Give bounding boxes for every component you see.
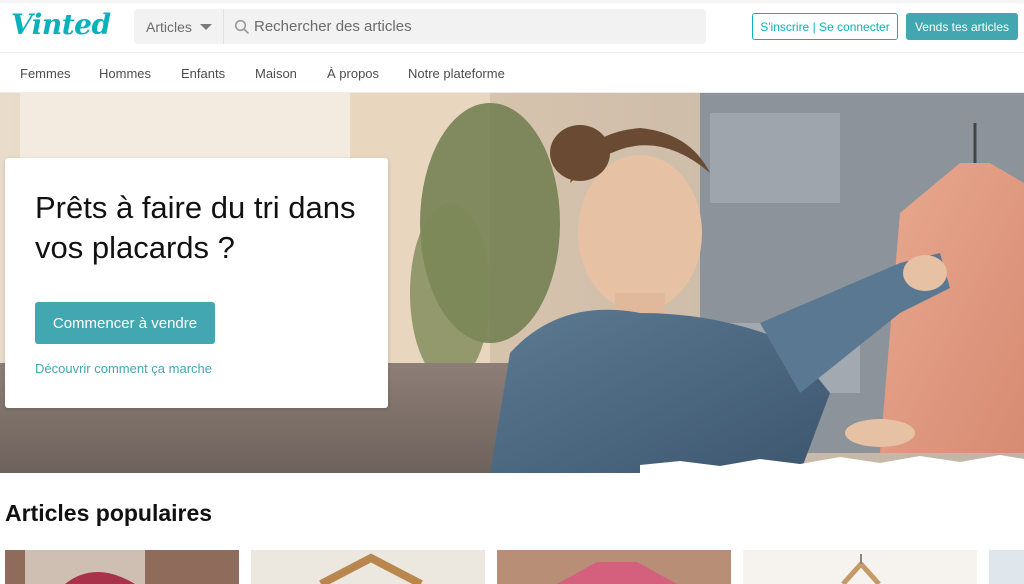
vinted-logo[interactable]: Vinted <box>11 8 111 41</box>
nav-item-hommes[interactable]: Hommes <box>99 66 151 81</box>
top-header: Vinted Articles S'inscrire | Se connecte… <box>0 0 1024 53</box>
search-input[interactable] <box>254 9 694 44</box>
search-icon <box>234 19 249 34</box>
start-selling-button[interactable]: Commencer à vendre <box>35 302 215 344</box>
how-it-works-link[interactable]: Découvrir comment ça marche <box>35 361 212 376</box>
item-thumbnail[interactable] <box>5 550 239 584</box>
category-dropdown-label: Articles <box>146 18 192 35</box>
nav-item-enfants[interactable]: Enfants <box>181 66 225 81</box>
nav-item-notre-plateforme[interactable]: Notre plateforme <box>408 66 505 81</box>
item-photo <box>5 550 239 584</box>
item-thumbnail[interactable] <box>743 550 977 584</box>
nav-item-maison[interactable]: Maison <box>255 66 297 81</box>
signup-login-button[interactable]: S'inscrire | Se connecter <box>752 13 898 40</box>
item-photo <box>251 550 485 584</box>
item-photo <box>743 550 977 584</box>
nav-item-a-propos[interactable]: À propos <box>327 66 379 81</box>
popular-items-row <box>0 550 1024 584</box>
item-photo <box>497 550 731 584</box>
search-bar: Articles <box>134 9 706 44</box>
popular-items-title: Articles populaires <box>5 500 213 526</box>
item-thumbnail[interactable] <box>251 550 485 584</box>
item-thumbnail[interactable] <box>989 550 1024 584</box>
hero-title: Prêts à faire du tri dans vos placards ? <box>35 190 356 265</box>
chevron-down-icon <box>199 23 212 30</box>
item-thumbnail[interactable] <box>497 550 731 584</box>
top-strip <box>0 0 1024 3</box>
hero-card: Prêts à faire du tri dans vos placards ?… <box>5 158 388 408</box>
sell-items-button[interactable]: Vends tes articles <box>906 13 1018 40</box>
category-dropdown[interactable]: Articles <box>134 9 224 44</box>
category-nav: Femmes Hommes Enfants Maison À propos No… <box>0 53 1024 93</box>
nav-item-femmes[interactable]: Femmes <box>20 66 71 81</box>
